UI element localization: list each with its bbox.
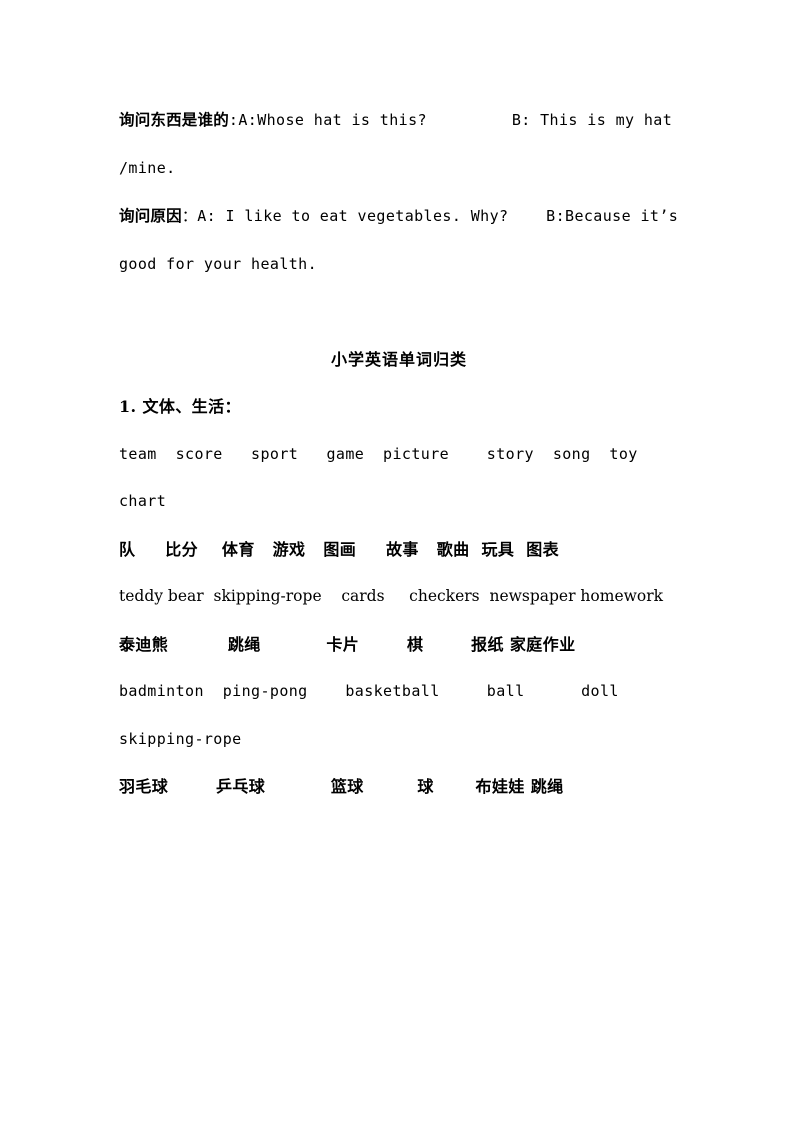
vocab-chinese-row: 队 比分 体育 游戏 图画 故事 歌曲 玩具 图表 <box>119 539 559 559</box>
vocab-english-row: badminton ping-pong basketball ball doll… <box>119 682 629 748</box>
vocab-english-row: team score sport game picture story song… <box>119 444 648 511</box>
section-heading-1: 1. 文体、生活： <box>119 397 241 416</box>
qa-block-reason: 询问原因：A: I like to eat vegetables. Why? B… <box>119 192 679 288</box>
vocab-english-row: teddy bear skipping-rope cards checkers … <box>119 587 664 605</box>
qa-body-reason: ：A: I like to eat vegetables. Why? B:Bec… <box>119 207 688 273</box>
qa-block-whose: 询问东西是谁的:A:Whose hat is this? B: This is … <box>119 96 679 192</box>
document-page: 询问东西是谁的:A:Whose hat is this? B: This is … <box>0 0 794 1123</box>
vocab-chinese-row: 泰迪熊 跳绳 卡片 棋 报纸 家庭作业 <box>119 634 576 654</box>
document-body: 询问东西是谁的:A:Whose hat is this? B: This is … <box>119 96 679 811</box>
vocab-chinese-row: 羽毛球 乒乓球 篮球 球 布娃娃 跳绳 <box>119 777 564 796</box>
qa-label-reason: 询问原因 <box>119 206 182 225</box>
qa-label-whose: 询问东西是谁的 <box>119 110 229 129</box>
page-title: 小学英语单词归类 <box>330 349 467 369</box>
